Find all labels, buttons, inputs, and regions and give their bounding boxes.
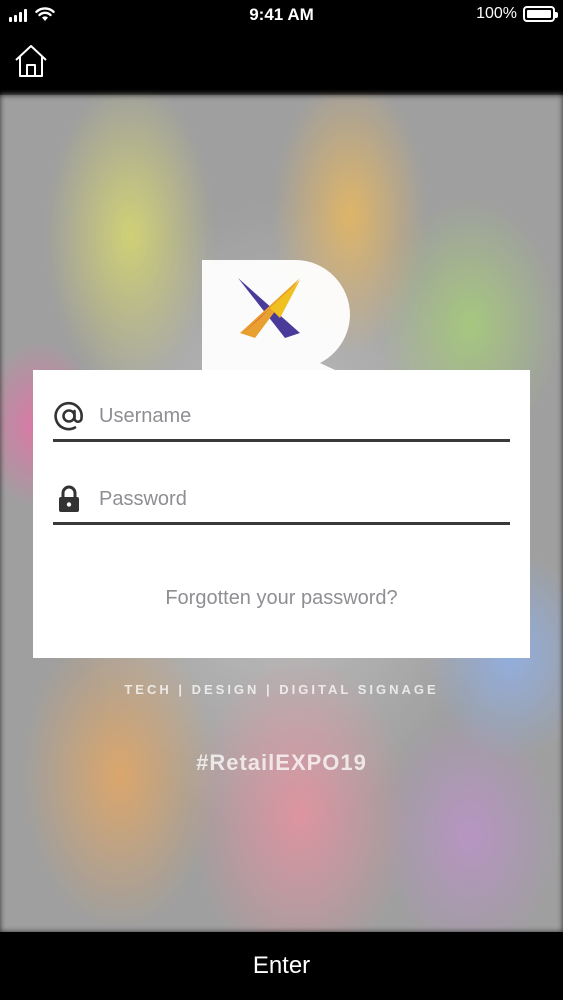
battery-level bbox=[527, 10, 551, 18]
home-button[interactable] bbox=[12, 42, 50, 80]
login-card: Forgotten your password? bbox=[33, 370, 530, 658]
lock-icon bbox=[59, 485, 79, 512]
brand-logo-icon bbox=[202, 260, 350, 370]
status-bar: 9:41 AM 100% bbox=[0, 0, 563, 30]
password-field bbox=[53, 475, 510, 525]
enter-button[interactable]: Enter bbox=[0, 932, 563, 1000]
home-icon bbox=[15, 45, 47, 77]
expo-tagline: TECH | DESIGN | DIGITAL SIGNAGE bbox=[124, 682, 439, 697]
status-right: 100% bbox=[476, 5, 558, 23]
password-input[interactable] bbox=[99, 481, 499, 517]
expo-hashtag: #RetailEXPO19 bbox=[196, 750, 367, 775]
username-field bbox=[53, 392, 510, 442]
battery-icon bbox=[523, 6, 558, 22]
at-sign-icon bbox=[54, 401, 83, 431]
forgot-password-link[interactable]: Forgotten your password? bbox=[33, 587, 530, 610]
nav-bar bbox=[0, 30, 563, 95]
battery-percent: 100% bbox=[476, 5, 517, 22]
username-input[interactable] bbox=[99, 398, 499, 434]
